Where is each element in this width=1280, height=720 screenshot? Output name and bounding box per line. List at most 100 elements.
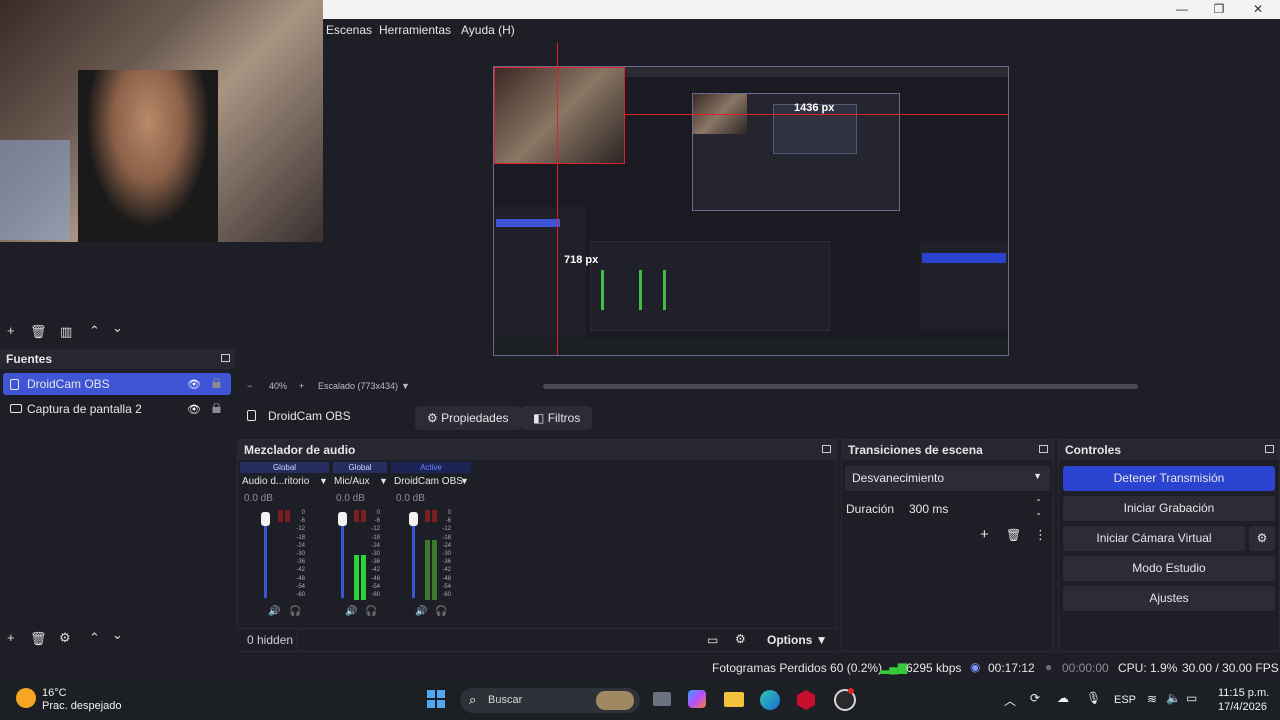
clock-date[interactable]: 17/4/2026 (1218, 701, 1267, 713)
layout-icon[interactable]: ▭ (707, 633, 718, 647)
minimize-button[interactable]: — (1162, 0, 1202, 19)
volume-slider-knob[interactable] (261, 512, 270, 526)
chevron-down-icon[interactable]: ⌄ (112, 320, 123, 336)
zoom-out-button[interactable]: − (247, 381, 252, 391)
gear-icon[interactable]: ⚙ (59, 630, 71, 646)
preview-canvas[interactable] (493, 66, 1009, 356)
close-button[interactable]: ✕ (1238, 0, 1278, 19)
volume-icon[interactable]: 🔈 (1166, 691, 1181, 705)
settings-icon[interactable]: ⚙ (735, 632, 746, 646)
file-explorer-icon[interactable] (724, 692, 744, 707)
cloud-icon[interactable]: ☁ (1057, 691, 1069, 705)
speaker-icon[interactable]: 🔊 (268, 606, 280, 617)
channel-name[interactable]: Mic/Aux (334, 476, 370, 487)
start-virtual-camera-button[interactable]: Iniciar Cámara Virtual (1063, 526, 1245, 551)
db-scale-tick: -6 (445, 518, 451, 525)
search-placeholder: Buscar (488, 694, 523, 706)
float-icon[interactable] (221, 354, 230, 362)
db-scale-tick: -18 (296, 534, 305, 541)
gear-icon[interactable]: ⚙ (1249, 526, 1275, 551)
db-scale-tick: -30 (442, 550, 451, 557)
lock-icon[interactable] (212, 378, 221, 388)
windows-start-icon[interactable] (427, 690, 445, 708)
chevron-down-icon[interactable]: ▼ (319, 476, 328, 486)
db-scale-tick: -60 (296, 591, 305, 598)
more-icon[interactable]: ⋮ (1034, 527, 1047, 543)
db-scale-tick: -48 (296, 575, 305, 582)
headphones-icon[interactable]: 🎧 (289, 606, 301, 617)
trash-icon[interactable]: 🗑 (30, 324, 47, 340)
add-icon[interactable]: + (7, 630, 15, 645)
menu-scenes[interactable]: Escenas (326, 23, 372, 37)
transition-select[interactable]: Desvanecimiento ▼ (845, 466, 1050, 491)
maximize-button[interactable]: ❐ (1199, 0, 1239, 19)
chevron-down-icon[interactable]: ▼ (379, 476, 388, 486)
db-scale-tick: -30 (371, 550, 380, 557)
copilot-icon[interactable] (688, 690, 706, 708)
filters-button[interactable]: ◧ Filtros (521, 406, 593, 430)
selected-source-thumbnail[interactable] (494, 67, 625, 164)
stop-streaming-button[interactable]: Detener Transmisión (1063, 466, 1275, 491)
wifi-icon[interactable]: ≋ (1147, 692, 1157, 706)
chevron-down-icon[interactable]: ▼ (401, 381, 410, 391)
audio-mixer: Mezclador de audio Global Audio d...rito… (237, 439, 837, 652)
speaker-icon[interactable]: 🔊 (415, 606, 427, 617)
trash-icon[interactable]: 🗑 (1006, 528, 1021, 542)
chevron-up-icon[interactable]: ⌃ (89, 323, 100, 339)
properties-button[interactable]: ⚙ Propiedades (415, 406, 521, 430)
start-recording-button[interactable]: Iniciar Grabación (1063, 496, 1275, 521)
add-icon[interactable]: + (7, 323, 15, 338)
source-row-droidcam[interactable]: DroidCam OBS 👁 (3, 373, 231, 395)
lock-icon[interactable] (212, 403, 221, 413)
options-button[interactable]: Options ▼ (767, 633, 828, 647)
taskbar-search[interactable]: ⌕ Buscar (460, 688, 640, 713)
chevron-down-icon[interactable]: ▼ (460, 476, 469, 486)
filter-icon[interactable]: ▥ (60, 324, 72, 340)
speaker-icon[interactable]: 🔊 (345, 606, 357, 617)
sync-icon[interactable]: ⟳ (1030, 691, 1040, 705)
horizontal-scrollbar[interactable] (543, 384, 1138, 389)
volume-slider-knob[interactable] (338, 512, 347, 526)
add-icon[interactable]: + (980, 526, 989, 543)
edge-icon[interactable] (760, 690, 780, 710)
eye-icon[interactable]: 👁 (187, 378, 201, 391)
zoom-in-button[interactable]: + (299, 381, 304, 391)
float-icon[interactable] (1039, 445, 1048, 453)
battery-icon[interactable]: ▭ (1186, 691, 1197, 705)
chevron-up-icon[interactable]: ︿ (1004, 692, 1016, 709)
headphones-icon[interactable]: 🎧 (435, 606, 447, 617)
task-view-icon[interactable] (653, 692, 671, 706)
source-row-screen-capture[interactable]: Captura de pantalla 2 👁 (3, 398, 231, 420)
volume-slider-knob[interactable] (409, 512, 418, 526)
weather-icon[interactable] (16, 688, 36, 708)
nested-sources-dock (494, 207, 586, 355)
chevron-down-icon[interactable]: ⌄ (112, 627, 123, 643)
microphone-icon[interactable]: 🎙 (1086, 691, 1101, 705)
settings-button[interactable]: Ajustes (1063, 586, 1275, 611)
filters-label: Filtros (547, 411, 581, 425)
db-scale-tick: -12 (371, 526, 380, 533)
mixer-bottom-bar: 0 hidden ▭ ⚙ Options ▼ (237, 628, 837, 651)
duration-input[interactable]: 300 ms ⌃ ⌄ (902, 497, 1050, 522)
channel-name[interactable]: Audio d...ritorio (242, 476, 309, 487)
studio-mode-button[interactable]: Modo Estudio (1063, 556, 1275, 581)
recording-dot-icon (848, 688, 854, 694)
float-icon[interactable] (822, 445, 831, 453)
selected-source-name: DroidCam OBS (268, 409, 351, 423)
chevron-up-icon[interactable]: ⌃ (1035, 498, 1042, 507)
language-indicator[interactable]: ESP (1114, 694, 1136, 706)
menu-help[interactable]: Ayuda (H) (461, 23, 515, 37)
clock-time[interactable]: 11:15 p.m. (1218, 687, 1269, 699)
menu-tools[interactable]: Herramientas (379, 23, 451, 37)
chevron-up-icon[interactable]: ⌃ (89, 630, 100, 646)
channel-db: 0.0 dB (396, 493, 425, 504)
stream-time: 00:17:12 (988, 661, 1035, 675)
hidden-count: 0 hidden (247, 633, 294, 647)
chevron-down-icon[interactable]: ⌄ (1035, 508, 1042, 517)
eye-icon[interactable]: 👁 (187, 403, 201, 416)
db-scale-tick: -48 (371, 575, 380, 582)
trash-icon[interactable]: 🗑 (30, 631, 47, 647)
headphones-icon[interactable]: 🎧 (365, 606, 377, 617)
channel-name[interactable]: DroidCam OBS (394, 476, 463, 487)
float-icon[interactable] (1265, 445, 1274, 453)
